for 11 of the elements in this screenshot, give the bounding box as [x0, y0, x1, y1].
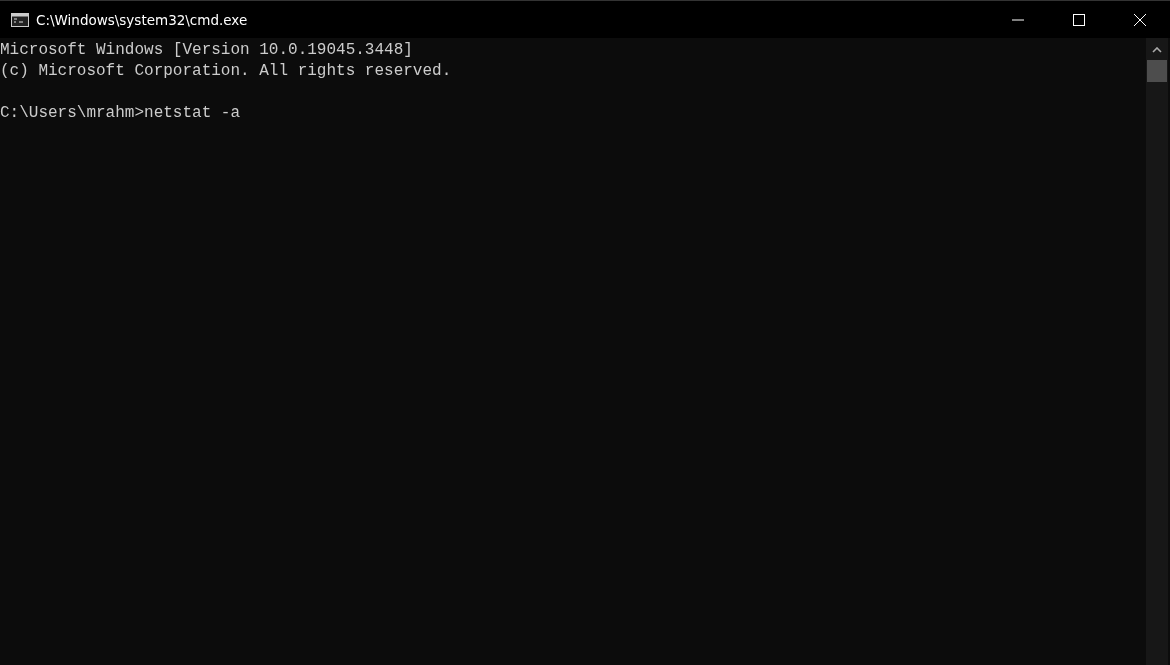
scrollbar[interactable]	[1146, 38, 1168, 665]
window-title: C:\Windows\system32\cmd.exe	[36, 11, 248, 28]
minimize-icon[interactable]	[1011, 18, 1024, 21]
close-icon[interactable]	[1133, 13, 1146, 26]
console-output-line: (c) Microsoft Corporation. All rights reserved.	[0, 61, 452, 82]
console-icon	[11, 12, 29, 27]
scroll-up-icon[interactable]	[1152, 47, 1162, 53]
command-prompt-line: C:\Users\mrahm>netstat -a	[0, 103, 241, 124]
console-output-line: Microsoft Windows [Version 10.0.19045.3448]	[0, 40, 413, 61]
maximize-icon[interactable]	[1072, 13, 1085, 26]
scroll-thumb[interactable]	[1147, 60, 1167, 82]
